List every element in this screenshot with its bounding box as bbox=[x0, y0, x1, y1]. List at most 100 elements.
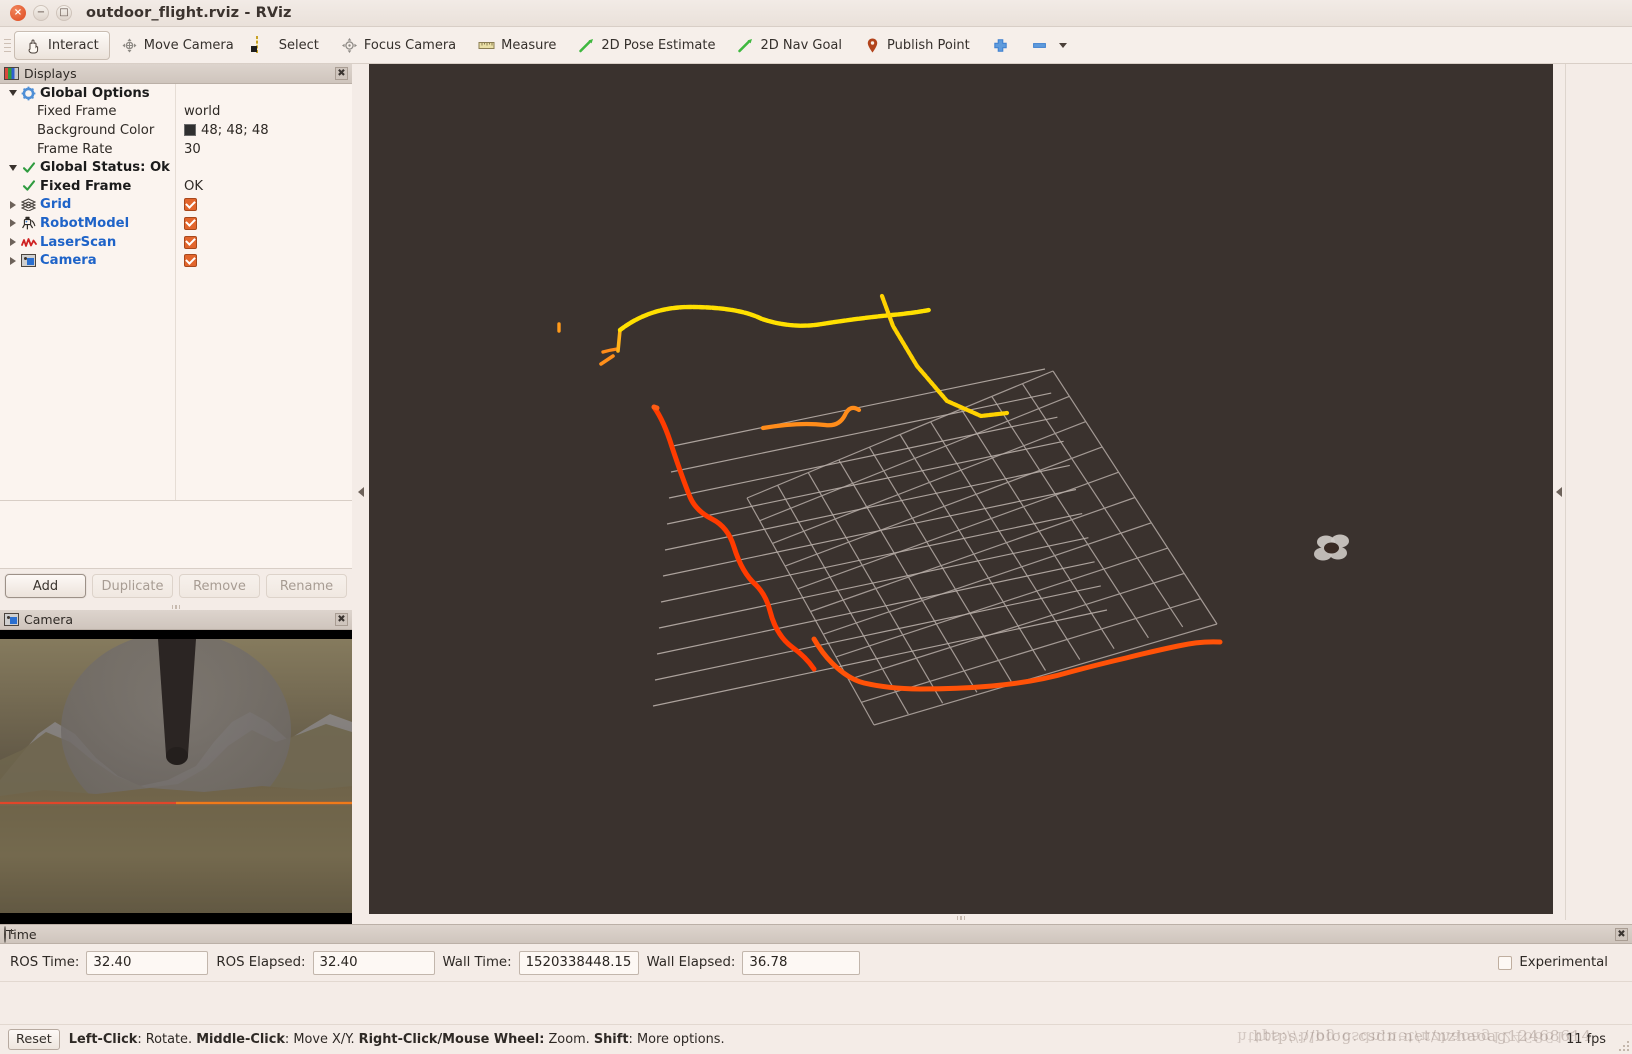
clock-icon bbox=[4, 925, 6, 943]
robot-icon bbox=[20, 216, 37, 231]
tree-row-fixed-frame-status[interactable]: Fixed Frame OK bbox=[0, 177, 352, 196]
tool-select-label: Select bbox=[278, 37, 319, 53]
grid-enable-checkbox[interactable] bbox=[184, 198, 197, 212]
tool-focus-camera[interactable]: Focus Camera bbox=[330, 31, 467, 60]
tool-publish-point-label: Publish Point bbox=[887, 37, 970, 53]
tree-value-background-color[interactable]: 48; 48; 48 bbox=[201, 123, 269, 138]
tool-2d-pose-estimate[interactable]: 2D Pose Estimate bbox=[567, 31, 726, 60]
tree-label: LaserScan bbox=[40, 234, 117, 250]
chevron-left-icon[interactable] bbox=[1556, 487, 1562, 497]
tree-row-laserscan[interactable]: LaserScan bbox=[0, 233, 352, 252]
laserscan-icon bbox=[20, 236, 37, 249]
tree-row-fixed-frame[interactable]: Fixed Frame world bbox=[0, 103, 352, 122]
remove-display-button[interactable]: Remove bbox=[179, 574, 260, 598]
right-vertical-splitter[interactable] bbox=[1553, 64, 1565, 920]
tool-2d-nav-goal-label: 2D Nav Goal bbox=[760, 37, 843, 53]
experimental-toggle[interactable]: Experimental bbox=[1498, 955, 1622, 970]
close-camera-panel-button[interactable]: ✖ bbox=[335, 613, 348, 626]
maximize-window-button[interactable]: □ bbox=[56, 5, 72, 21]
twisty-down-icon[interactable] bbox=[6, 164, 20, 171]
tree-value-frame-rate[interactable]: 30 bbox=[184, 142, 201, 157]
tool-publish-point[interactable]: Publish Point bbox=[853, 31, 981, 60]
hint-left-click: Left-Click bbox=[68, 1032, 138, 1047]
tool-2d-pose-estimate-label: 2D Pose Estimate bbox=[601, 37, 716, 53]
tool-interact-label: Interact bbox=[48, 37, 99, 53]
displays-icon bbox=[4, 67, 19, 81]
reset-view-button[interactable]: Reset bbox=[8, 1029, 60, 1050]
camera-image-view[interactable] bbox=[0, 630, 352, 940]
ros-elapsed-label: ROS Elapsed: bbox=[216, 955, 306, 970]
displays-button-row: Add Duplicate Remove Rename bbox=[0, 569, 352, 603]
check-green-icon bbox=[20, 179, 37, 193]
title-bar: × − □ outdoor_flight.rviz - RViz bbox=[0, 0, 1632, 27]
close-time-panel-button[interactable]: ✖ bbox=[1615, 927, 1628, 941]
tree-row-global-options[interactable]: Global Options bbox=[0, 84, 352, 103]
window-title: outdoor_flight.rviz - RViz bbox=[86, 5, 292, 21]
close-displays-panel-button[interactable]: ✖ bbox=[335, 67, 348, 80]
grid-icon bbox=[20, 198, 37, 212]
rename-display-button[interactable]: Rename bbox=[266, 574, 347, 598]
wall-time-input[interactable] bbox=[518, 950, 639, 975]
map-pin-icon bbox=[864, 37, 881, 54]
property-editor-area[interactable] bbox=[0, 501, 352, 569]
viewport-bottom-splitter[interactable] bbox=[369, 914, 1553, 922]
add-display-button[interactable]: Add bbox=[5, 574, 86, 598]
tree-label: Camera bbox=[40, 253, 97, 269]
ros-time-input[interactable] bbox=[86, 950, 209, 975]
displays-tree[interactable]: Global Options Fixed Frame world Backgro… bbox=[0, 84, 352, 501]
tool-interact[interactable]: Interact bbox=[14, 30, 110, 60]
ros-elapsed-input[interactable] bbox=[312, 950, 435, 975]
twisty-right-icon[interactable] bbox=[6, 219, 20, 228]
3d-viewport[interactable] bbox=[369, 64, 1553, 920]
tree-row-background-color[interactable]: Background Color 48; 48; 48 bbox=[0, 121, 352, 140]
tool-2d-nav-goal[interactable]: 2D Nav Goal bbox=[726, 31, 853, 60]
plus-icon bbox=[992, 37, 1009, 54]
tree-row-robotmodel[interactable]: RobotModel bbox=[0, 214, 352, 233]
camera-icon bbox=[20, 254, 37, 268]
hand-icon bbox=[25, 37, 42, 54]
color-swatch[interactable] bbox=[184, 124, 196, 137]
minimize-window-button[interactable]: − bbox=[33, 5, 49, 21]
tool-select[interactable]: Select bbox=[245, 31, 330, 60]
tree-row-global-status[interactable]: Global Status: Ok bbox=[0, 158, 352, 177]
tree-value-fixed-frame-status: OK bbox=[184, 178, 204, 194]
close-window-button[interactable]: × bbox=[10, 5, 26, 21]
wall-elapsed-field: Wall Elapsed: bbox=[647, 950, 861, 975]
tool-move-camera[interactable]: Move Camera bbox=[110, 31, 245, 60]
displays-panel-header: Displays ✖ bbox=[0, 64, 352, 84]
laserscan-enable-checkbox[interactable] bbox=[184, 235, 197, 249]
robotmodel-enable-checkbox[interactable] bbox=[184, 216, 197, 230]
tree-row-frame-rate[interactable]: Frame Rate 30 bbox=[0, 140, 352, 159]
time-panel: Time ✖ ROS Time: ROS Elapsed: Wall Time:… bbox=[0, 924, 1632, 1024]
add-tool-button[interactable] bbox=[981, 31, 1020, 60]
hint-right-click: Right-Click/Mouse Wheel: bbox=[358, 1032, 545, 1047]
twisty-right-icon[interactable] bbox=[6, 256, 20, 265]
duplicate-display-button[interactable]: Duplicate bbox=[92, 574, 173, 598]
left-dock-splitter[interactable] bbox=[0, 603, 352, 610]
tree-label: Background Color bbox=[37, 122, 155, 138]
camera-panel-header: Camera ✖ bbox=[0, 610, 352, 630]
left-vertical-splitter[interactable] bbox=[352, 64, 369, 920]
rviz-window: × − □ outdoor_flight.rviz - RViz Interac… bbox=[0, 0, 1632, 1054]
mouse-hint-text: Left-Click: Rotate. Middle-Click: Move X… bbox=[69, 1032, 725, 1047]
experimental-checkbox[interactable] bbox=[1498, 955, 1513, 970]
twisty-right-icon[interactable] bbox=[6, 200, 20, 209]
tool-measure[interactable]: Measure bbox=[467, 31, 567, 60]
toolbar-drag-handle[interactable] bbox=[4, 34, 12, 56]
tree-value-fixed-frame[interactable]: world bbox=[184, 104, 220, 119]
hint-middle-click: Middle-Click bbox=[196, 1032, 285, 1047]
measure-icon bbox=[478, 37, 495, 54]
twisty-down-icon[interactable] bbox=[6, 90, 20, 97]
chevron-left-icon[interactable] bbox=[357, 487, 364, 497]
ros-elapsed-field: ROS Elapsed: bbox=[216, 950, 435, 975]
twisty-right-icon[interactable] bbox=[6, 238, 20, 247]
remove-tool-button[interactable] bbox=[1020, 31, 1078, 60]
chevron-down-icon[interactable] bbox=[1058, 42, 1067, 48]
tree-row-grid[interactable]: Grid bbox=[0, 196, 352, 215]
tree-row-camera[interactable]: Camera bbox=[0, 251, 352, 270]
wall-elapsed-input[interactable] bbox=[742, 950, 861, 975]
camera-enable-checkbox[interactable] bbox=[184, 254, 197, 268]
watermark-text-mirror: https://blog.csdn.net/nzhaoag12468614 bbox=[1237, 1028, 1576, 1046]
tree-label: Frame Rate bbox=[37, 141, 113, 157]
tool-focus-camera-label: Focus Camera bbox=[363, 37, 457, 53]
